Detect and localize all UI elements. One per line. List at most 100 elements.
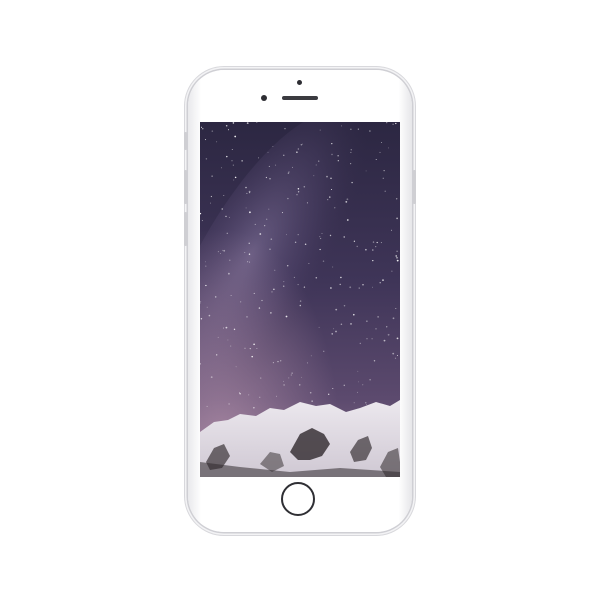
earpiece-speaker-icon [282, 96, 318, 100]
star [286, 265, 289, 267]
star [396, 256, 398, 259]
star [226, 232, 228, 234]
star [321, 232, 323, 234]
star [227, 339, 229, 341]
star [217, 251, 219, 253]
star [365, 402, 367, 404]
front-camera-icon [261, 95, 267, 101]
star [332, 388, 334, 389]
star [322, 260, 325, 262]
star [225, 215, 227, 218]
star [382, 177, 384, 179]
star [261, 299, 263, 302]
wallpaper-image [200, 122, 400, 477]
star [230, 295, 232, 296]
power-button[interactable] [413, 170, 416, 204]
star [253, 292, 255, 294]
star [200, 126, 203, 128]
star [331, 142, 333, 145]
star [357, 128, 359, 130]
star [357, 391, 358, 393]
star [383, 339, 386, 342]
star [232, 164, 234, 166]
star [269, 248, 271, 250]
star [241, 160, 243, 162]
star [301, 376, 302, 378]
star [283, 281, 285, 283]
star [372, 249, 374, 251]
star [204, 261, 206, 263]
star [288, 377, 290, 379]
star [343, 384, 346, 387]
star [230, 345, 232, 347]
star [391, 270, 393, 272]
star [216, 354, 218, 356]
star [340, 125, 342, 127]
star [209, 202, 211, 204]
star [345, 201, 348, 203]
star [248, 242, 250, 244]
star [273, 288, 275, 290]
star [271, 291, 273, 293]
star [235, 366, 237, 368]
star [291, 166, 294, 168]
star [233, 179, 235, 181]
star [287, 197, 289, 200]
star [396, 217, 398, 220]
phone-device [184, 70, 416, 532]
star [349, 286, 352, 289]
star [350, 323, 352, 325]
star [366, 320, 368, 322]
star [283, 384, 285, 386]
volume-down-button[interactable] [184, 212, 187, 246]
star [382, 279, 384, 281]
star [330, 177, 332, 179]
star [225, 124, 228, 127]
star [217, 336, 219, 338]
home-button[interactable] [281, 482, 315, 516]
star [205, 265, 207, 267]
star [396, 355, 398, 357]
star [229, 259, 231, 261]
star [297, 187, 300, 190]
star [294, 241, 297, 243]
star [297, 233, 299, 236]
star [315, 277, 318, 279]
star [249, 211, 251, 214]
star [204, 139, 207, 141]
star [201, 220, 203, 222]
star [319, 129, 321, 131]
star [384, 190, 386, 192]
star [353, 240, 356, 242]
star [227, 129, 230, 131]
star [282, 380, 284, 382]
star [297, 148, 299, 150]
star [339, 283, 341, 286]
star [356, 245, 358, 248]
star [249, 347, 251, 350]
star [297, 284, 299, 286]
stage [0, 0, 600, 600]
star [343, 236, 345, 238]
star [225, 326, 228, 329]
phone-screen[interactable] [200, 122, 400, 477]
star [200, 301, 202, 303]
star [244, 347, 246, 349]
star [319, 237, 322, 240]
star [282, 285, 285, 288]
star [284, 128, 286, 130]
star [369, 379, 371, 381]
star [392, 352, 395, 355]
star [319, 248, 321, 251]
star [221, 167, 222, 169]
star [247, 261, 249, 263]
star [244, 252, 246, 254]
star [228, 403, 230, 405]
star [291, 372, 293, 374]
star [299, 384, 301, 386]
volume-up-button[interactable] [184, 170, 187, 204]
star [303, 186, 306, 188]
star [269, 178, 271, 180]
silent-switch[interactable] [184, 132, 187, 150]
star [245, 207, 247, 209]
